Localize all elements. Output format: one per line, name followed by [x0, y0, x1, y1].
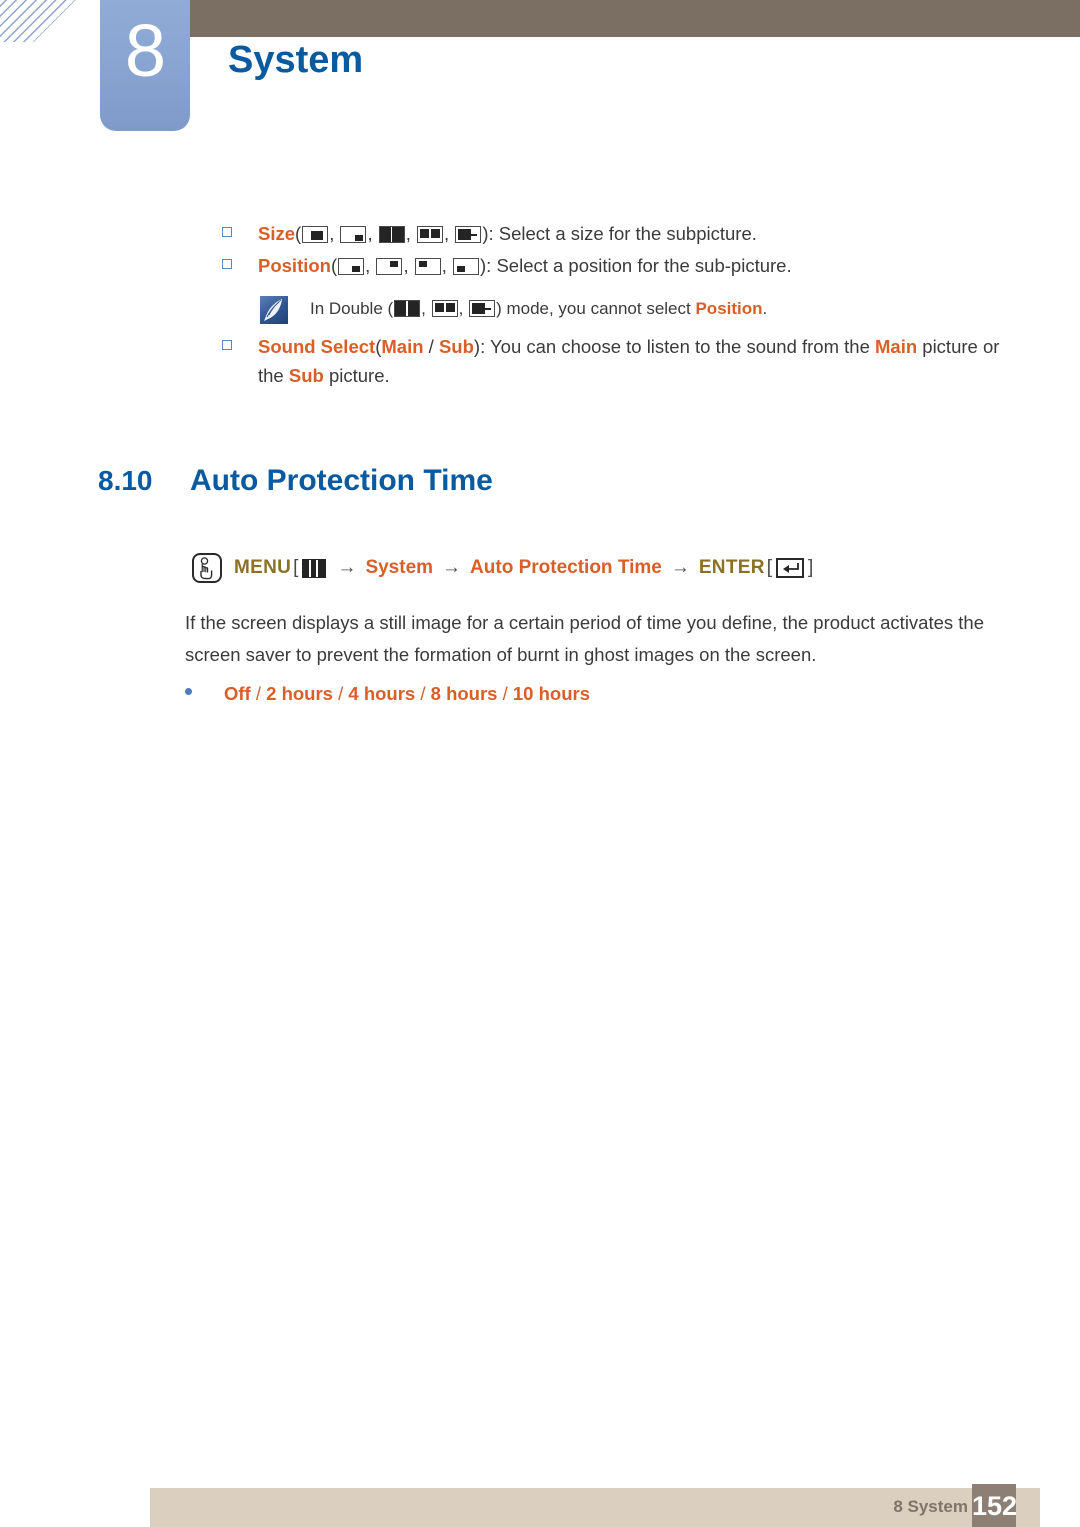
sound-select-item-text: Sound Select(Main / Sub): You can choose…	[258, 332, 1018, 390]
size-item-text: Size(, , , , ): Select a size for the su…	[258, 219, 757, 248]
arrow-icon-1: →	[337, 557, 357, 578]
note-sep-1: ,	[421, 299, 431, 318]
arrow-icon-3: →	[670, 557, 690, 578]
note-block: In Double (, , ) mode, you cannot select…	[260, 296, 1040, 324]
position-description: : Select a position for the sub-picture.	[486, 255, 792, 276]
main-word: Main	[875, 336, 918, 357]
note-text: In Double (, , ) mode, you cannot select…	[310, 296, 767, 322]
pip-double-split-icon	[378, 226, 405, 243]
sep-1: ,	[329, 223, 340, 244]
position-label: Position	[258, 255, 331, 276]
sep-2: ,	[403, 255, 414, 276]
options-text: Off / 2 hours / 4 hours / 8 hours / 10 h…	[224, 679, 590, 708]
option-sub: Sub	[438, 336, 474, 357]
body-paragraph: If the screen displays a still image for…	[185, 612, 985, 665]
dot-bullet-icon	[185, 688, 192, 695]
chapter-title: System	[228, 39, 364, 81]
sep-4: ,	[444, 223, 455, 244]
bracket-open-2: [	[766, 557, 773, 578]
bracket-close-2: ]	[808, 557, 814, 578]
menu-path: MENU [ → System → Auto Protection Time →…	[192, 553, 815, 583]
sep-3: ,	[405, 223, 417, 244]
note-highlight: Position	[695, 299, 763, 318]
list-item: Off / 2 hours / 4 hours / 8 hours / 10 h…	[185, 679, 985, 708]
chapter-number: 8	[124, 9, 166, 92]
section-number: 8.10	[98, 465, 153, 496]
sound-text-mid: : You can choose to listen to the sound …	[480, 336, 875, 357]
paren-open: (	[330, 255, 338, 276]
pip-double-wide-icon	[455, 226, 482, 243]
sep-3: ,	[441, 255, 452, 276]
option-off[interactable]: Off	[224, 683, 251, 704]
pip-size-large-sub-icon	[302, 226, 329, 243]
option-2-hours[interactable]: 2 hours	[266, 683, 333, 704]
pip-double-boxes-icon	[417, 226, 444, 243]
sub-word: Sub	[288, 365, 324, 386]
option-divider: /	[423, 336, 439, 357]
pip-pos-bottom-left-icon	[453, 258, 479, 275]
sep-2: ,	[367, 223, 378, 244]
note-text-before: In Double (	[310, 299, 394, 318]
decorative-hatch-pattern	[0, 0, 104, 42]
list-item: Sound Select(Main / Sub): You can choose…	[222, 332, 1022, 390]
list-item: Size(, , , , ): Select a size for the su…	[222, 219, 1042, 248]
note-quill-icon	[260, 296, 288, 324]
option-sep-4: /	[497, 683, 513, 704]
square-bullet-icon	[222, 340, 232, 350]
pip-size-small-sub-icon	[340, 226, 367, 243]
pip-double-split-icon	[394, 300, 421, 317]
note-text-end: .	[762, 299, 768, 318]
header-brown-bar	[190, 0, 1080, 37]
square-bullet-icon	[222, 259, 232, 269]
page-title: Auto Protection Time	[190, 464, 493, 497]
arrow-icon-2: →	[442, 557, 462, 578]
enter-label[interactable]: ENTER	[699, 555, 765, 581]
hand-press-icon	[192, 553, 222, 583]
size-description: : Select a size for the subpicture.	[488, 223, 757, 244]
chapter-tab: 8	[100, 0, 190, 131]
sound-select-label: Sound Select	[258, 336, 376, 357]
option-8-hours[interactable]: 8 hours	[431, 683, 498, 704]
page-number: 152	[972, 1491, 1018, 1521]
size-label: Size	[258, 223, 296, 244]
option-sep-3: /	[415, 683, 431, 704]
pip-pos-bottom-right-icon	[338, 258, 365, 275]
menu-label[interactable]: MENU	[234, 555, 291, 581]
footer-chapter-label: 8 System	[893, 1497, 968, 1516]
square-bullet-icon	[222, 227, 232, 237]
menu-step-auto-protection-time[interactable]: Auto Protection Time	[470, 555, 662, 581]
paren-open: (	[295, 223, 302, 244]
list-item: Position(, , , ): Select a position for …	[222, 251, 1042, 280]
note-sep-2: ,	[458, 299, 469, 318]
sep-1: ,	[365, 255, 376, 276]
option-sep-2: /	[332, 683, 349, 704]
pip-pos-top-left-icon	[414, 258, 441, 275]
option-4-hours[interactable]: 4 hours	[348, 683, 415, 704]
option-sep-1: /	[250, 683, 267, 704]
note-text-after: ) mode, you cannot select	[496, 299, 696, 318]
menu-bars-icon[interactable]	[302, 558, 327, 578]
menu-step-system[interactable]: System	[365, 555, 433, 581]
enter-key-icon[interactable]	[776, 558, 805, 578]
option-10-hours[interactable]: 10 hours	[513, 683, 590, 704]
bracket-open: [	[293, 557, 299, 578]
option-main: Main	[381, 336, 424, 357]
pip-double-boxes-icon	[431, 300, 458, 317]
position-item-text: Position(, , , ): Select a position for …	[258, 251, 792, 280]
pip-pos-top-right-icon	[376, 258, 403, 275]
pip-double-wide-icon	[469, 300, 496, 317]
sound-text-end: picture.	[323, 365, 390, 386]
